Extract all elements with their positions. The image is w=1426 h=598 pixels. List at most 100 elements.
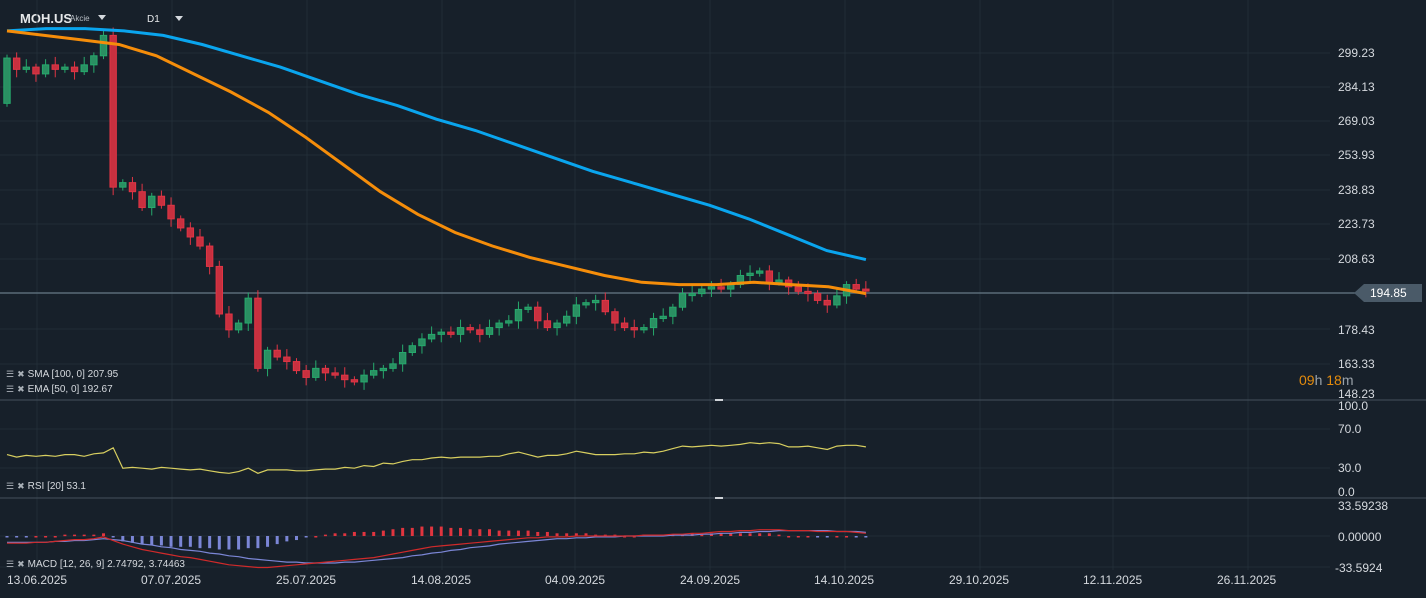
candle-up: [495, 322, 503, 329]
candle-up: [505, 320, 513, 324]
macd-histogram-bar: [63, 534, 67, 537]
candle-up: [61, 66, 69, 70]
remove-icon[interactable]: ✖: [17, 384, 25, 395]
chart-canvas[interactable]: [0, 0, 1426, 598]
macd-histogram-bar: [748, 533, 752, 536]
macd-histogram-bar: [459, 527, 463, 536]
candle-down: [157, 195, 166, 206]
candle-up: [485, 327, 494, 335]
candle-up: [234, 322, 243, 331]
macd-histogram-bar: [333, 533, 337, 536]
macd-tick: 33.59238: [1338, 499, 1389, 513]
candle-down: [167, 204, 175, 220]
price-tick: 269.03: [1338, 114, 1375, 128]
remove-icon[interactable]: ✖: [17, 369, 25, 380]
macd-histogram-bar: [497, 530, 501, 536]
macd-histogram-bar: [565, 533, 569, 536]
candle-down: [601, 299, 609, 313]
price-tick: 253.93: [1338, 148, 1375, 162]
macd-histogram-bar: [758, 533, 762, 536]
macd-histogram-bar: [806, 536, 810, 538]
settings-icon[interactable]: ☰: [6, 384, 14, 395]
candle-up: [389, 363, 397, 369]
macd-histogram-bar: [24, 536, 28, 538]
candle-up: [41, 64, 50, 75]
candle-up: [263, 349, 272, 369]
macd-histogram-bar: [738, 533, 742, 536]
price-tick: 178.43: [1338, 323, 1375, 337]
macd-tick: -33.5924: [1335, 561, 1383, 575]
settings-icon[interactable]: ☰: [6, 559, 14, 570]
macd-histogram-bar: [526, 530, 530, 536]
macd-histogram-bar: [208, 536, 212, 549]
pane-resize-handle[interactable]: [715, 497, 723, 499]
macd-histogram-bar: [343, 533, 347, 536]
candle-down: [534, 306, 542, 322]
candle-down: [273, 349, 281, 358]
pane-resize-handle[interactable]: [715, 399, 723, 401]
candle-up: [418, 338, 426, 347]
remove-icon[interactable]: ✖: [17, 481, 25, 492]
macd-histogram-bar: [516, 530, 520, 536]
settings-icon[interactable]: ☰: [6, 481, 14, 492]
candle-up: [707, 286, 716, 290]
rsi-tick: 100.0: [1338, 399, 1369, 413]
candle-up: [572, 304, 581, 317]
candle-up: [148, 195, 156, 209]
candle-up: [379, 367, 388, 372]
date-tick: 24.09.2025: [680, 573, 741, 587]
candle-up: [514, 308, 523, 322]
candle-down: [205, 245, 214, 267]
macd-histogram-bar: [767, 533, 771, 536]
macd-histogram-bar: [34, 536, 38, 538]
macd-histogram-bar: [179, 536, 183, 547]
candle-down: [128, 182, 137, 193]
macd-histogram-bar: [787, 536, 791, 538]
macd-histogram-bar: [401, 527, 405, 536]
macd-histogram-bar: [246, 536, 250, 549]
rsi-line: [6, 442, 866, 474]
candle-down: [466, 327, 474, 331]
candle-down: [813, 293, 822, 301]
macd-tick: 0.00000: [1338, 530, 1382, 544]
macd-histogram-bar: [536, 531, 540, 536]
macd-histogram-bar: [169, 536, 173, 547]
macd-legend-text: MACD [12, 26, 9] 2.74792, 3.74463: [27, 559, 185, 570]
rsi-legend: ☰ ✖ RSI [20] 53.1: [6, 481, 86, 492]
candle-down: [620, 322, 629, 329]
candle-down: [862, 288, 870, 292]
candle-down: [138, 191, 146, 209]
candle-down: [186, 227, 195, 238]
macd-histogram-bar: [507, 530, 511, 536]
macd-histogram-bar: [816, 536, 820, 538]
candle-up: [553, 322, 561, 329]
date-tick: 25.07.2025: [276, 573, 337, 587]
price-tick: 163.33: [1338, 357, 1375, 371]
candle-up: [582, 302, 590, 306]
sma-legend: ☰ ✖ SMA [100, 0] 207.95: [6, 369, 118, 380]
macd-histogram-bar: [92, 534, 96, 537]
macd-histogram-bar: [150, 536, 154, 546]
macd-histogram-bar: [256, 536, 260, 549]
candle-up: [360, 374, 368, 383]
candle-down: [447, 331, 455, 335]
date-tick: 12.11.2025: [1083, 573, 1143, 587]
candle-up: [427, 333, 436, 340]
date-tick: 14.10.2025: [814, 573, 875, 587]
macd-histogram-bar: [275, 536, 279, 545]
settings-icon[interactable]: ☰: [6, 369, 14, 380]
candle-down: [12, 57, 21, 70]
remove-icon[interactable]: ✖: [17, 559, 25, 570]
candle-up: [698, 288, 706, 295]
candle-down: [717, 286, 725, 290]
macd-histogram-bar: [266, 536, 270, 547]
macd-histogram-bar: [864, 536, 868, 538]
candle-down: [321, 367, 330, 374]
candle-up: [437, 331, 445, 335]
macd-histogram-bar: [5, 536, 9, 538]
candle-up: [119, 182, 127, 188]
candle-down: [350, 379, 359, 383]
macd-histogram-bar: [372, 531, 376, 536]
candle-up: [659, 315, 667, 320]
candle-down: [254, 297, 262, 369]
